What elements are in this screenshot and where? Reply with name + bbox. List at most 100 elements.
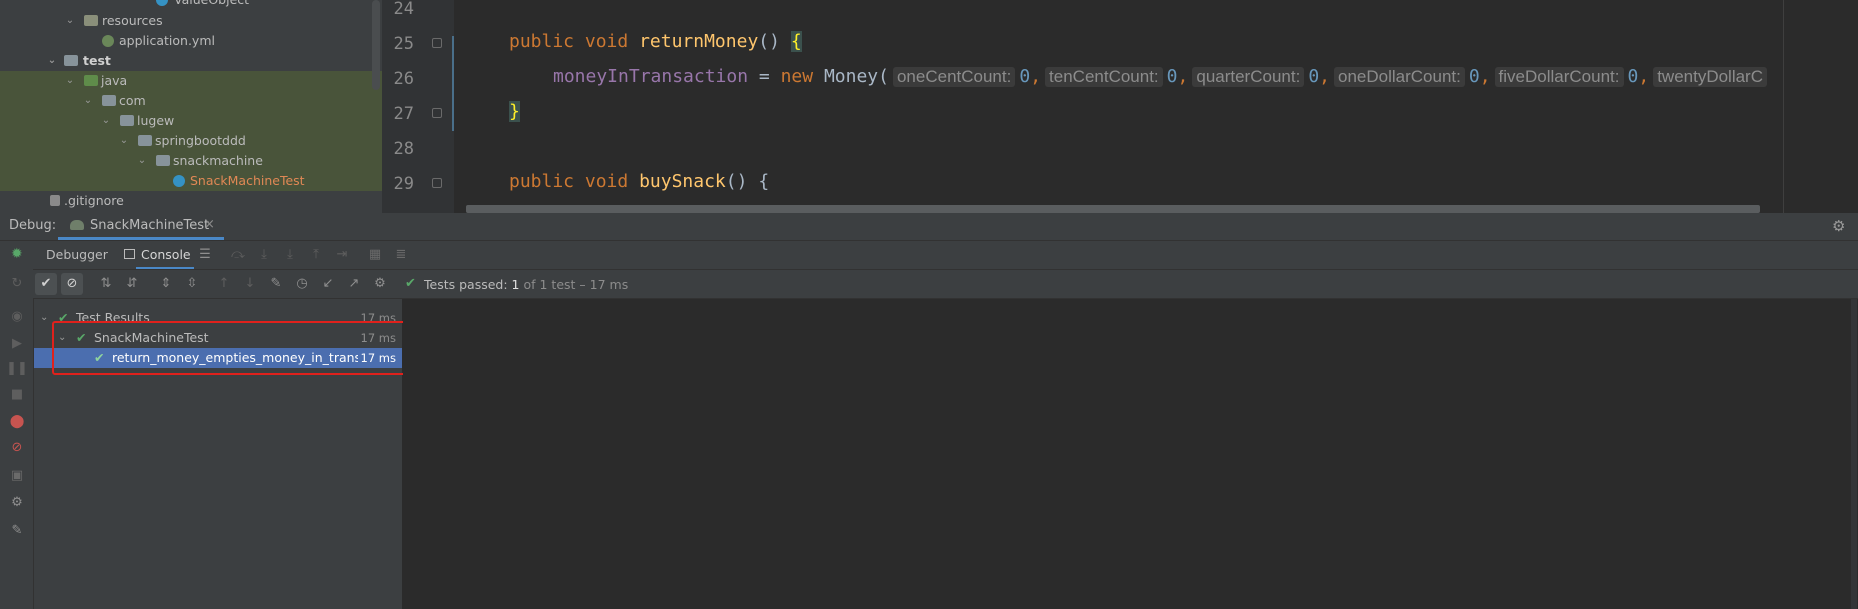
test-class-icon (173, 175, 185, 187)
param-hint: oneDollarCount: (1334, 67, 1465, 87)
tree-item-snackmachine[interactable]: ⌄ snackmachine (0, 151, 382, 171)
tree-item-label: com (119, 93, 146, 108)
test-folder-icon (84, 75, 98, 86)
line-number: 27 (393, 104, 414, 124)
debug-session-tab[interactable]: SnackMachineTest × (58, 213, 224, 240)
code-editor[interactable]: public void returnMoney() { moneyInTrans… (454, 0, 1858, 213)
code-line-29: public void buySnack() { (509, 171, 770, 192)
show-ignored-icon[interactable]: ⊘ (61, 273, 83, 295)
tab-debugger[interactable]: Debugger (46, 247, 108, 262)
package-icon (120, 115, 134, 126)
package-icon (138, 135, 152, 146)
chevron-down-icon[interactable]: ⌄ (118, 131, 130, 151)
previous-failed-icon[interactable]: ↑ (213, 273, 235, 295)
trace-icon[interactable]: ≣ (390, 244, 412, 266)
tree-item-application-yml[interactable]: application.yml (0, 31, 382, 51)
tree-item-com[interactable]: ⌄ com (0, 91, 382, 111)
tree-item-springbootddd[interactable]: ⌄ springbootddd (0, 131, 382, 151)
collapse-all-icon[interactable]: ⇳ (181, 273, 203, 295)
tree-item-label: application.yml (119, 33, 215, 48)
folder-icon (64, 55, 78, 66)
line-number: 26 (393, 69, 414, 89)
step-out-icon[interactable]: ⤒ (305, 244, 327, 266)
settings-icon[interactable]: ⚙ (6, 492, 28, 514)
run-to-cursor-icon[interactable]: ⇥ (331, 244, 353, 266)
camera-icon[interactable]: ▣ (6, 465, 28, 487)
history-icon[interactable]: ◷ (291, 273, 313, 295)
chevron-down-icon[interactable]: ⌄ (40, 308, 48, 328)
gear-icon[interactable]: ⚙ (369, 273, 391, 295)
debug-label: Debug: (9, 218, 57, 233)
param-hint: quarterCount: (1192, 67, 1305, 87)
junit-icon (70, 220, 84, 230)
pause-icon[interactable]: ❚❚ (6, 358, 28, 380)
active-tab-indicator (136, 267, 194, 269)
gear-icon[interactable]: ⚙ (1832, 217, 1845, 235)
rerun-icon[interactable]: ↻ (6, 273, 28, 295)
sort-by-duration-icon[interactable]: ⇵ (121, 273, 143, 295)
code-line-25: public void returnMoney() { (509, 31, 802, 52)
tree-item-snackmachinetest[interactable]: SnackMachineTest (0, 171, 382, 191)
chevron-down-icon[interactable]: ⌄ (100, 111, 112, 131)
tree-item-label: SnackMachineTest (190, 173, 305, 188)
param-hint: oneCentCount: (892, 67, 1016, 87)
fold-icon[interactable] (432, 108, 442, 118)
line-number: 24 (393, 0, 414, 19)
tree-item-label: springbootddd (155, 133, 246, 148)
tree-item-java[interactable]: ⌄ java (0, 71, 382, 91)
step-over-icon[interactable]: ⤼ (227, 244, 249, 266)
chevron-down-icon[interactable]: ⌄ (46, 51, 58, 71)
test-runner-toolbar: ✔ ⊘ ⇅ ⇵ ⇕ ⇳ ↑ ↓ ✎ ◷ ↙ ↗ ⚙ ✔ Tests passed… (33, 270, 1858, 299)
debug-side-toolbar: ↻ ◉ ▶ ❚❚ ■ ⬤ ⊘ ▣ ⚙ ✎ (0, 269, 34, 609)
next-failed-icon[interactable]: ↓ (239, 273, 261, 295)
line-number: 29 (393, 174, 414, 194)
pin-icon[interactable]: ✎ (6, 520, 28, 542)
param-hint: fiveDollarCount: (1494, 67, 1624, 87)
resume-icon[interactable]: ▶ (6, 333, 28, 355)
fold-icon[interactable] (432, 38, 442, 48)
tree-scrollbar[interactable] (372, 0, 380, 90)
tree-item-resources[interactable]: ⌄ resources (0, 11, 382, 31)
force-step-into-icon[interactable]: ⤓ (279, 244, 301, 266)
check-icon: ✔ (405, 276, 416, 291)
tree-item-lugew[interactable]: ⌄ lugew (0, 111, 382, 131)
chevron-down-icon[interactable]: ⌄ (136, 151, 148, 171)
fold-icon[interactable] (432, 178, 442, 188)
expand-all-icon[interactable]: ⇕ (155, 273, 177, 295)
tree-item-label: java (101, 73, 128, 88)
sort-alphabetically-icon[interactable]: ⇅ (95, 273, 117, 295)
tree-item-valueobject[interactable]: ValueObject (0, 0, 382, 10)
chevron-down-icon[interactable]: ⌄ (64, 11, 76, 31)
import-tests-icon[interactable]: ↙ (317, 273, 339, 295)
line-number: 25 (393, 34, 414, 54)
export-tests-icon[interactable]: ↗ (343, 273, 365, 295)
menu-icon[interactable]: ☰ (194, 244, 216, 266)
param-hint: twentyDollarC (1653, 67, 1767, 87)
wrench-icon[interactable]: ✎ (265, 273, 287, 295)
evaluate-expression-icon[interactable]: ▦ (364, 244, 386, 266)
mute-breakpoints-icon[interactable]: ⊘ (6, 437, 28, 459)
code-line-26: moneyInTransaction = new Money(oneCentCo… (553, 66, 1771, 87)
annotation-highlight-box (52, 321, 406, 375)
chevron-down-icon[interactable]: ⌄ (82, 91, 94, 111)
tree-item-label: resources (102, 13, 163, 28)
package-icon (102, 95, 116, 106)
chevron-down-icon[interactable]: ⌄ (64, 71, 76, 91)
show-passed-icon[interactable]: ✔ (35, 273, 57, 295)
tree-item-label: snackmachine (173, 153, 263, 168)
step-into-icon[interactable]: ⤓ (253, 244, 275, 266)
close-icon[interactable]: × (204, 217, 215, 232)
view-breakpoints-icon[interactable]: ⬤ (6, 411, 28, 433)
console-output[interactable] (403, 299, 1858, 609)
eye-icon[interactable]: ◉ (6, 306, 28, 328)
editor-horizontal-scrollbar[interactable] (466, 205, 1760, 213)
code-line-27: } (509, 101, 520, 122)
stop-icon[interactable]: ■ (6, 384, 28, 406)
tree-item-test[interactable]: ⌄ test (0, 51, 382, 71)
bug-icon: ✹ (11, 246, 23, 262)
yaml-file-icon (102, 35, 114, 47)
console-scrollbar[interactable] (1851, 299, 1857, 609)
tab-console[interactable]: Console (141, 247, 191, 262)
tree-item-label: test (83, 53, 111, 68)
tree-item-gitignore[interactable]: .gitignore (0, 191, 382, 211)
